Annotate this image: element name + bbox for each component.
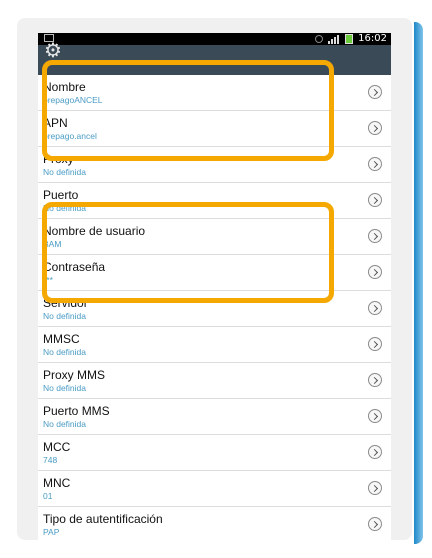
- setting-title: Proxy: [43, 152, 74, 166]
- setting-row-nombre-usuario[interactable]: Nombre de usuario BAM: [38, 219, 391, 255]
- setting-row-puerto[interactable]: Puerto No definida: [38, 183, 391, 219]
- setting-row-proxy-mms[interactable]: Proxy MMS No definida: [38, 363, 391, 399]
- signal-icon: [328, 34, 340, 44]
- setting-value: No definida: [43, 383, 87, 393]
- setting-value: 748: [43, 455, 58, 465]
- chevron-right-icon[interactable]: [368, 337, 382, 351]
- chevron-right-icon[interactable]: [368, 157, 382, 171]
- chevron-right-icon[interactable]: [368, 445, 382, 459]
- card-edge-accent: [414, 22, 423, 544]
- setting-row-nombre[interactable]: Nombre prepagoANCEL: [38, 75, 391, 111]
- setting-row-mcc[interactable]: MCC 748: [38, 435, 391, 471]
- setting-value: PAP: [43, 527, 60, 537]
- setting-value: No definida: [43, 419, 87, 429]
- setting-value: ***: [43, 275, 53, 285]
- status-icons: 16:02: [315, 33, 387, 45]
- setting-title: Proxy MMS: [43, 368, 106, 382]
- setting-title: Contraseña: [43, 260, 106, 274]
- setting-value: No definida: [43, 203, 87, 213]
- settings-gear-icon[interactable]: ⚙: [44, 41, 64, 61]
- sync-icon: [315, 35, 324, 43]
- setting-row-mnc[interactable]: MNC 01: [38, 471, 391, 507]
- chevron-right-icon[interactable]: [368, 85, 382, 99]
- setting-value: prepagoANCEL: [43, 95, 103, 105]
- setting-row-servidor[interactable]: Servidor No definida: [38, 291, 391, 327]
- setting-title: Nombre de usuario: [43, 224, 146, 238]
- setting-title: APN: [43, 116, 68, 130]
- setting-value: BAM: [43, 239, 62, 249]
- action-bar: ⚙: [38, 41, 391, 75]
- setting-title: MNC: [43, 476, 71, 490]
- setting-title: Nombre: [43, 80, 86, 94]
- setting-value: 01: [43, 491, 53, 501]
- setting-title: Puerto MMS: [43, 404, 110, 418]
- setting-value: No definida: [43, 311, 87, 321]
- setting-title: MCC: [43, 440, 71, 454]
- setting-title: Tipo de autentificación: [43, 512, 163, 526]
- setting-title: Servidor: [43, 296, 88, 310]
- setting-title: MMSC: [43, 332, 80, 346]
- apn-settings-list: Nombre prepagoANCEL APN prepago.ancel Pr…: [38, 75, 391, 541]
- setting-row-mmsc[interactable]: MMSC No definida: [38, 327, 391, 363]
- setting-value: No definida: [43, 347, 87, 357]
- setting-row-proxy[interactable]: Proxy No definida: [38, 147, 391, 183]
- chevron-right-icon[interactable]: [368, 481, 382, 495]
- setting-row-contrasena[interactable]: Contraseña ***: [38, 255, 391, 291]
- chevron-right-icon[interactable]: [368, 229, 382, 243]
- setting-title: Puerto: [43, 188, 79, 202]
- chevron-right-icon[interactable]: [368, 409, 382, 423]
- phone-screen: 16:02 ⚙ Nombre prepagoANCEL APN prepago.…: [38, 33, 391, 541]
- chevron-right-icon[interactable]: [368, 121, 382, 135]
- chevron-right-icon[interactable]: [368, 373, 382, 387]
- setting-row-apn[interactable]: APN prepago.ancel: [38, 111, 391, 147]
- status-bar: 16:02: [38, 33, 391, 45]
- chevron-right-icon[interactable]: [368, 193, 382, 207]
- setting-row-puerto-mms[interactable]: Puerto MMS No definida: [38, 399, 391, 435]
- battery-icon: [345, 34, 354, 44]
- setting-value: prepago.ancel: [43, 131, 97, 141]
- setting-row-tipo-autentificacion[interactable]: Tipo de autentificación PAP: [38, 507, 391, 541]
- chevron-right-icon[interactable]: [368, 265, 382, 279]
- chevron-right-icon[interactable]: [368, 517, 382, 531]
- setting-value: No definida: [43, 167, 87, 177]
- chevron-right-icon[interactable]: [368, 301, 382, 315]
- status-time: 16:02: [358, 33, 387, 44]
